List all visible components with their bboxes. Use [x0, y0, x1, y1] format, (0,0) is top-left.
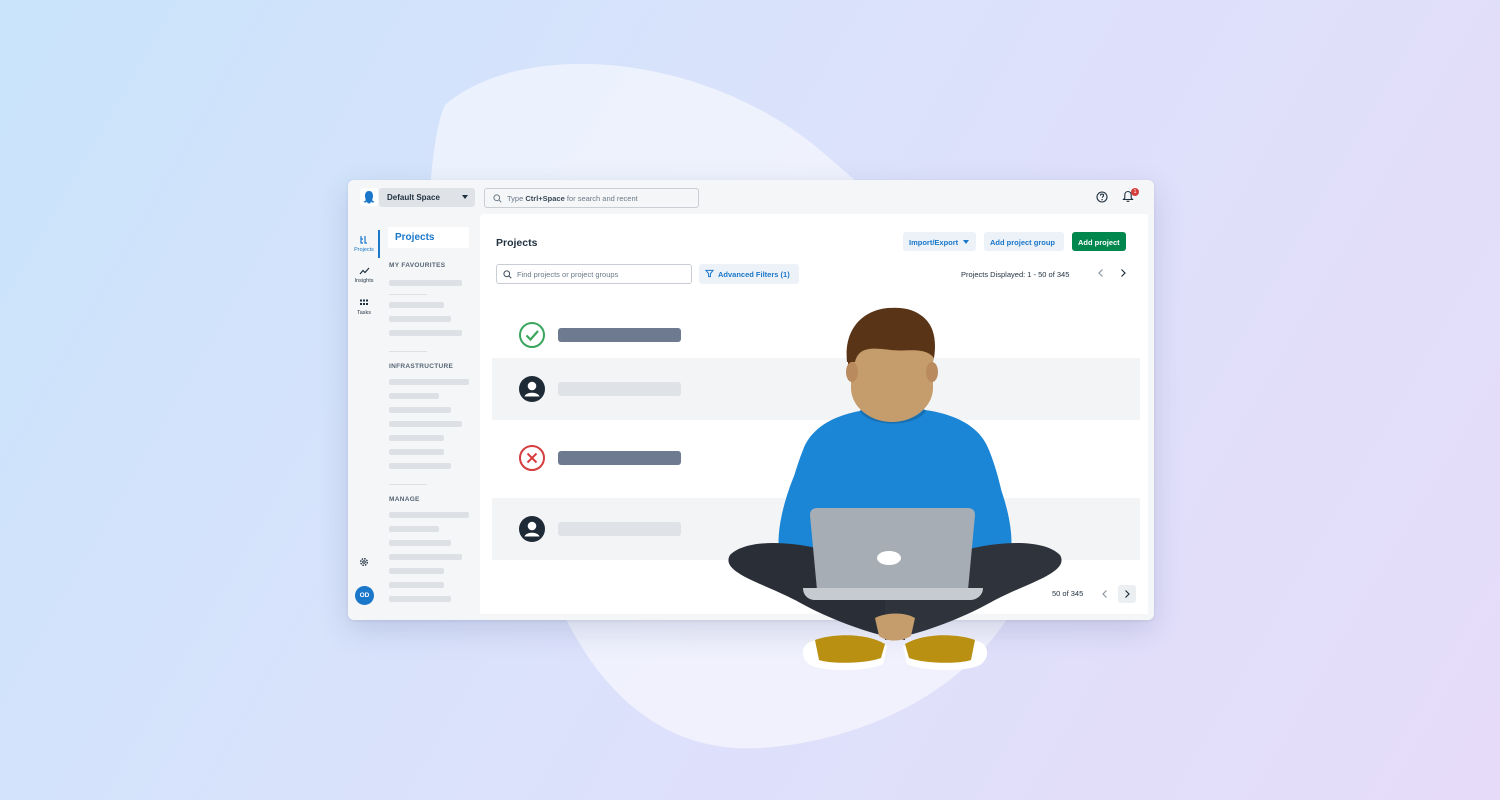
divider — [389, 351, 427, 352]
add-project-group-button[interactable]: Add project group — [984, 232, 1064, 251]
advanced-filters-button[interactable]: Advanced Filters (1) — [699, 264, 799, 284]
skeleton-item — [389, 302, 444, 308]
question-circle-icon[interactable] — [1096, 191, 1108, 203]
skeleton-item — [389, 316, 451, 322]
import-export-button[interactable]: Import/Export — [903, 232, 976, 251]
check-circle-icon — [519, 322, 545, 348]
chevron-down-icon — [462, 195, 468, 199]
gear-icon[interactable] — [359, 557, 369, 567]
next-page-button[interactable] — [1118, 585, 1136, 603]
sidenav-title[interactable]: Projects — [388, 227, 469, 248]
person-with-laptop-illustration — [728, 307, 1062, 671]
search-prefix: Type — [507, 194, 524, 203]
page-title: Projects — [496, 237, 538, 249]
x-circle-icon — [519, 445, 545, 471]
tasks-icon — [360, 299, 368, 305]
search-icon — [493, 194, 502, 203]
chevron-right-icon — [1125, 590, 1130, 598]
space-selector[interactable]: Default Space — [379, 188, 475, 207]
rail-item-insights[interactable]: Insights — [348, 266, 380, 284]
rail-item-projects[interactable]: Projects — [348, 235, 380, 253]
skeleton-item — [389, 596, 451, 602]
section-label-favourites: MY FAVOURITES — [389, 262, 446, 269]
projects-sidenav: Projects MY FAVOURITES INFRASTRUCTURE MA… — [380, 214, 480, 620]
chevron-left-icon[interactable] — [1101, 589, 1109, 599]
rail-label-insights: Insights — [354, 278, 374, 284]
user-circle-icon — [519, 376, 545, 402]
skeleton-item — [389, 463, 451, 469]
project-name-placeholder — [558, 382, 681, 396]
advanced-filters-label: Advanced Filters (1) — [718, 270, 790, 279]
project-name-placeholder — [558, 451, 681, 465]
section-label-manage: MANAGE — [389, 496, 420, 503]
search-suffix: for search and recent — [566, 194, 638, 203]
skeleton-item — [389, 582, 444, 588]
divider — [389, 484, 427, 485]
rail-label-tasks: Tasks — [356, 310, 372, 316]
chevron-left-icon[interactable] — [1097, 268, 1105, 278]
section-label-infrastructure: INFRASTRUCTURE — [389, 363, 454, 370]
user-circle-icon — [519, 516, 545, 542]
icon-rail: Projects Insights Tasks OD — [348, 214, 380, 620]
projects-icon — [360, 236, 367, 244]
find-placeholder: Find projects or project groups — [517, 270, 619, 279]
find-projects-input[interactable]: Find projects or project groups — [496, 264, 692, 284]
top-bar: Default Space Type Ctrl+Space for search… — [348, 180, 1154, 214]
skeleton-item — [389, 526, 439, 532]
skeleton-item — [389, 280, 462, 286]
insights-icon — [359, 267, 369, 275]
user-avatar[interactable]: OD — [355, 586, 374, 605]
chevron-right-icon[interactable] — [1119, 268, 1127, 278]
octopus-logo-icon[interactable] — [360, 188, 378, 206]
skeleton-item — [389, 540, 451, 546]
filter-icon — [705, 269, 714, 278]
import-export-label: Import/Export — [909, 238, 959, 247]
skeleton-item — [389, 568, 444, 574]
projects-displayed: Projects Displayed: 1 - 50 of 345 — [961, 270, 1070, 279]
skeleton-item — [389, 554, 462, 560]
search-shortcut: Ctrl+Space — [525, 194, 565, 203]
notification-badge: 1 — [1131, 188, 1139, 196]
skeleton-item — [389, 435, 444, 441]
skeleton-item — [389, 421, 462, 427]
skeleton-item — [389, 330, 462, 336]
skeleton-item — [389, 407, 451, 413]
skeleton-item — [389, 512, 469, 518]
divider — [389, 294, 427, 295]
rail-label-projects: Projects — [354, 247, 374, 253]
add-project-button[interactable]: Add project — [1072, 232, 1126, 251]
project-name-placeholder — [558, 328, 681, 342]
search-icon — [503, 270, 512, 279]
skeleton-item — [389, 379, 469, 385]
global-search-input[interactable]: Type Ctrl+Space for search and recent — [484, 188, 699, 208]
skeleton-item — [389, 449, 444, 455]
chevron-down-icon — [963, 240, 970, 244]
rail-item-tasks[interactable]: Tasks — [348, 298, 380, 316]
space-name: Default Space — [387, 193, 440, 202]
project-name-placeholder — [558, 522, 681, 536]
skeleton-item — [389, 393, 439, 399]
